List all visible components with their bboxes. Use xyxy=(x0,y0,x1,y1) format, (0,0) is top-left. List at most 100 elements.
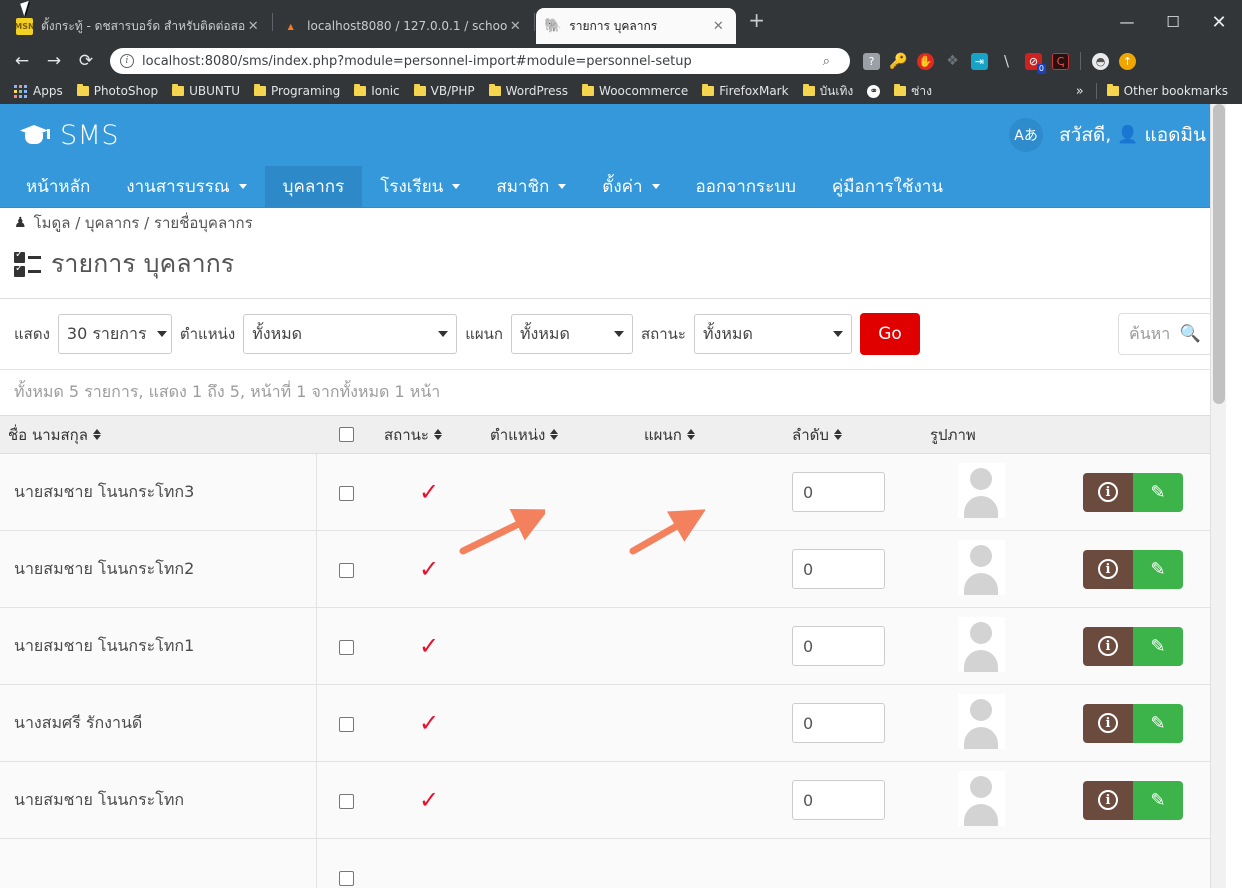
help-extension-icon[interactable]: ? xyxy=(858,48,885,75)
department-select[interactable]: ทั้งหมด xyxy=(511,314,633,354)
table-row-partial[interactable] xyxy=(0,838,1226,888)
cell-select[interactable] xyxy=(316,607,376,685)
bookmark-programing[interactable]: Programing xyxy=(248,82,346,100)
show-count-select[interactable]: 30 รายการ xyxy=(57,314,172,354)
select-all-checkbox[interactable] xyxy=(338,427,354,442)
adblock-extension-icon[interactable]: ✋ xyxy=(912,48,939,75)
cell-select[interactable] xyxy=(316,761,376,839)
go-button[interactable]: Go xyxy=(859,313,920,355)
row-checkbox[interactable] xyxy=(338,793,354,809)
close-icon[interactable]: ✕ xyxy=(710,19,726,34)
user-name[interactable]: แอดมิน xyxy=(1144,120,1206,150)
info-button[interactable]: i xyxy=(1083,703,1133,743)
sort-icon[interactable] xyxy=(686,429,695,440)
bookmark-ubuntu[interactable]: UBUNTU xyxy=(166,82,246,100)
bookmark-wordpress[interactable]: WordPress xyxy=(483,82,574,100)
adobe-acrobat-extension-icon[interactable]: ↅ xyxy=(1047,48,1074,75)
table-row[interactable]: นายสมชาย โนนกระโทก1 ✓ 0 i ✎ xyxy=(0,607,1226,685)
save-to-pocket-extension-icon[interactable]: ⇥ xyxy=(966,48,993,75)
cell-order[interactable]: 0 xyxy=(784,607,922,685)
bookmark-globe[interactable]: ⚭ xyxy=(861,83,886,100)
bookmark-other-bookmarks[interactable]: Other bookmarks xyxy=(1101,82,1234,100)
nav-item-personnel[interactable]: บุคลากร xyxy=(264,166,363,207)
bookmark-woocommerce[interactable]: Woocommerce xyxy=(576,82,694,100)
row-checkbox[interactable] xyxy=(338,562,354,578)
nav-item-school[interactable]: โรงเรียน xyxy=(362,166,478,207)
order-input[interactable]: 0 xyxy=(792,780,885,820)
nav-item-members[interactable]: สมาชิก xyxy=(478,166,584,207)
row-checkbox[interactable] xyxy=(338,639,354,655)
scrollbar-thumb[interactable] xyxy=(1213,104,1225,404)
edit-button[interactable]: ✎ xyxy=(1133,780,1183,820)
column-header-status[interactable]: สถานะ xyxy=(376,415,482,454)
nav-item-documents[interactable]: งานสารบรรณ xyxy=(108,166,264,207)
page-scrollbar[interactable] xyxy=(1210,104,1226,888)
sort-icon[interactable] xyxy=(92,429,101,440)
column-header-department[interactable]: แผนก xyxy=(636,415,784,454)
bookmark-vb-php[interactable]: VB/PHP xyxy=(408,82,481,100)
forward-icon[interactable]: → xyxy=(40,47,68,75)
table-row[interactable]: นายสมชาย โนนกระโทก ✓ 0 i ✎ xyxy=(0,761,1226,839)
info-button[interactable]: i xyxy=(1083,780,1133,820)
new-tab-button[interactable]: + xyxy=(736,8,777,36)
brand-logo[interactable]: SMS xyxy=(20,120,119,151)
cell-order[interactable] xyxy=(784,838,922,888)
cell-select[interactable] xyxy=(316,838,376,888)
maximize-button[interactable]: ☐ xyxy=(1150,0,1196,44)
zoom-icon[interactable]: ⌕ xyxy=(823,54,830,69)
cell-select[interactable] xyxy=(316,684,376,762)
status-select[interactable]: ทั้งหมด xyxy=(693,314,852,354)
close-icon[interactable]: ✕ xyxy=(245,19,261,34)
cell-order[interactable]: 0 xyxy=(784,453,922,531)
cell-order[interactable]: 0 xyxy=(784,761,922,839)
jpeg-extension-icon[interactable]: ◓ xyxy=(1087,48,1114,75)
order-input[interactable]: 0 xyxy=(792,472,885,512)
site-info-icon[interactable]: i xyxy=(120,54,134,68)
browser-tab-2[interactable]: ▲ localhost8080 / 127.0.0.1 / schoo ✕ xyxy=(274,8,533,44)
table-row[interactable]: นายสมชาย โนนกระโทก3 ✓ 0 i ✎ xyxy=(0,453,1226,531)
breadcrumb-text[interactable]: โมดูล / บุคลากร / รายชื่อบุคลากร xyxy=(34,211,253,235)
dropbox-extension-icon[interactable]: ❖ xyxy=(939,48,966,75)
close-icon[interactable]: ✕ xyxy=(507,19,523,34)
nav-item-logout[interactable]: ออกจากระบบ xyxy=(678,166,814,207)
order-input[interactable]: 0 xyxy=(792,703,885,743)
column-header-select-all[interactable] xyxy=(316,415,376,454)
bookmark-ionic[interactable]: Ionic xyxy=(348,82,405,100)
row-checkbox[interactable] xyxy=(338,485,354,501)
info-button[interactable]: i xyxy=(1083,626,1133,666)
sort-icon[interactable] xyxy=(433,429,442,440)
browser-tab-3[interactable]: 🐘 รายการ บุคลากร ✕ xyxy=(536,8,737,44)
order-input[interactable]: 0 xyxy=(792,549,885,589)
bookmarks-overflow-button[interactable]: » xyxy=(1068,84,1092,99)
reload-icon[interactable]: ⟳ xyxy=(72,47,100,75)
table-row[interactable]: นางสมศรี รักงานดี ✓ 0 i ✎ xyxy=(0,684,1226,762)
cell-select[interactable] xyxy=(316,453,376,531)
lastpass-key-extension-icon[interactable]: 🔑 xyxy=(885,48,912,75)
cell-order[interactable]: 0 xyxy=(784,530,922,608)
sort-icon[interactable] xyxy=(550,429,559,440)
language-toggle-button[interactable]: Aあ xyxy=(1009,118,1044,152)
address-bar[interactable]: i localhost:8080/sms/index.php?module=pe… xyxy=(110,48,850,74)
bookmark-apps[interactable]: Apps xyxy=(8,82,69,100)
nav-item-manual[interactable]: คู่มือการใช้งาน xyxy=(814,166,961,207)
bookmark-photoshop[interactable]: PhotoShop xyxy=(71,82,164,100)
cell-select[interactable] xyxy=(316,530,376,608)
pen-extension-icon[interactable]: \ xyxy=(993,48,1020,75)
edit-button[interactable]: ✎ xyxy=(1133,472,1183,512)
column-header-position[interactable]: ตำแหน่ง xyxy=(482,415,636,454)
edit-button[interactable]: ✎ xyxy=(1133,549,1183,589)
edit-button[interactable]: ✎ xyxy=(1133,626,1183,666)
bookmark-chang[interactable]: ซ่าง xyxy=(888,80,938,103)
browser-tab-1[interactable]: MSN ตั้งกระทู้ - ดชสารบอร์ด สำหรับติดต่อ… xyxy=(8,8,271,44)
info-button[interactable]: i xyxy=(1083,472,1133,512)
close-window-button[interactable]: ✕ xyxy=(1196,0,1242,44)
row-checkbox[interactable] xyxy=(338,716,354,732)
column-header-name[interactable]: ชื่อ นามสกุล xyxy=(0,415,316,454)
back-icon[interactable]: ← xyxy=(8,47,36,75)
row-checkbox[interactable] xyxy=(338,870,354,886)
search-input[interactable]: ค้นหา 🔍 xyxy=(1118,313,1212,355)
bookmark-firefoxmark[interactable]: FirefoxMark xyxy=(696,82,794,100)
cell-order[interactable]: 0 xyxy=(784,684,922,762)
blocker-extension-icon[interactable]: ⊘ 0 xyxy=(1020,48,1047,75)
bookmark-banterng[interactable]: บันเทิง xyxy=(797,80,860,103)
